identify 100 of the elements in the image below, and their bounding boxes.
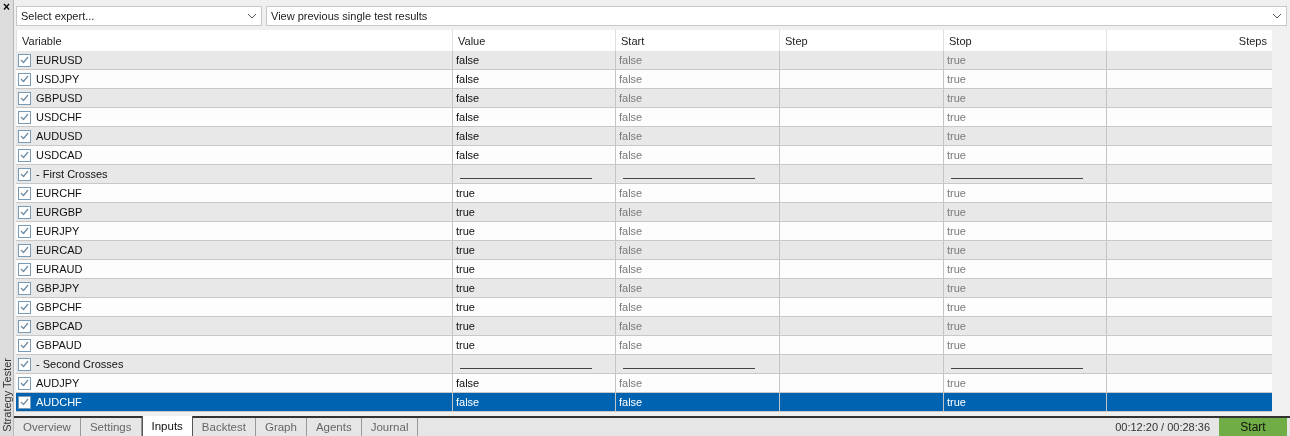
table-cell: true [452,317,615,335]
table-row[interactable]: AUDJPY false false true [16,374,1272,393]
checkbox[interactable] [18,262,31,276]
table-cell: true [943,336,1106,354]
variable-name: GBPUSD [36,92,83,104]
tab[interactable]: Graph [255,418,307,436]
variable-name: GBPAUD [36,339,82,351]
table-row[interactable]: USDJPY false false true [16,70,1272,89]
table-cell: false [452,374,615,392]
checkbox[interactable] [18,224,31,238]
tab[interactable]: Inputs [141,416,193,436]
table-row[interactable]: EURCHF true false true [16,184,1272,203]
tab[interactable]: Agents [306,418,362,436]
variable-name: - Second Crosses [36,358,124,370]
checkbox[interactable] [18,72,31,86]
checkbox[interactable] [18,129,31,143]
table-cell: true [452,279,615,297]
expert-select[interactable]: Select expert... [16,6,262,26]
table-cell: false [615,279,779,297]
table-cell: false [452,51,615,69]
table-cell: false [615,393,779,411]
table-cell: true [943,222,1106,240]
table-cell: false [615,146,779,164]
caret-icon [1272,13,1282,19]
checkbox[interactable] [18,205,31,219]
panel-title: Strategy Tester [0,358,13,432]
variable-name: - First Crosses [36,168,108,180]
variable-name: GBPCAD [36,320,83,332]
table-cell: false [452,89,615,107]
tab[interactable]: Settings [80,418,142,436]
tab[interactable]: Overview [14,418,81,436]
table-cell: true [452,241,615,259]
table-cell: false [615,89,779,107]
table-row[interactable]: AUDUSD false false true [16,127,1272,146]
table-row[interactable]: - First Crosses [16,165,1272,184]
table-cell: true [943,393,1106,411]
table-row[interactable]: GBPCAD true false true [16,317,1272,336]
caret-icon [247,13,257,19]
table-cell: false [615,298,779,316]
table-cell: false [615,127,779,145]
checkbox[interactable] [18,186,31,200]
variable-name: GBPJPY [36,282,80,294]
variable-name: EURUSD [36,54,83,66]
table-row[interactable]: GBPUSD false false true [16,89,1272,108]
table-cell: true [452,184,615,202]
tab[interactable]: Backtest [192,418,256,436]
table-cell: false [452,70,615,88]
checkbox[interactable] [18,376,31,390]
checkbox[interactable] [18,148,31,162]
table-row[interactable]: AUDCHF false false true [16,393,1272,412]
table-row[interactable]: GBPAUD true false true [16,336,1272,355]
table-cell: false [615,108,779,126]
table-row[interactable]: EURJPY true false true [16,222,1272,241]
variable-name: USDCHF [36,111,82,123]
table-row[interactable]: USDCAD false false true [16,146,1272,165]
table-cell: true [943,127,1106,145]
table-cell: true [943,260,1106,278]
table-row[interactable]: EURCAD true false true [16,241,1272,260]
results-select[interactable]: View previous single test results [266,6,1287,26]
table-cell: false [615,241,779,259]
variable-name: USDCAD [36,149,83,161]
table-cell: true [943,146,1106,164]
table-row[interactable]: GBPCHF true false true [16,298,1272,317]
variable-name: GBPCHF [36,301,82,313]
table-cell: true [452,222,615,240]
table-cell: true [943,203,1106,221]
table-cell: true [452,260,615,278]
table-cell: true [943,298,1106,316]
checkbox[interactable] [18,395,31,409]
table-row[interactable]: EURAUD true false true [16,260,1272,279]
table-cell: false [615,184,779,202]
variable-name: EURCAD [36,244,83,256]
table-row[interactable]: USDCHF false false true [16,108,1272,127]
table-cell: false [615,70,779,88]
checkbox[interactable] [18,91,31,105]
checkbox[interactable] [18,53,31,67]
table-cell: false [615,260,779,278]
checkbox[interactable] [18,167,31,181]
table-cell: true [452,298,615,316]
elapsed-time: 00:12:20 / 00:28:36 [1115,421,1211,433]
table-cell: false [615,203,779,221]
checkbox[interactable] [18,319,31,333]
close-button[interactable]: × [0,0,13,14]
table-row[interactable]: - Second Crosses [16,355,1272,374]
checkbox[interactable] [18,281,31,295]
start-button[interactable]: Start [1219,418,1287,436]
checkbox[interactable] [18,338,31,352]
variable-name: EURJPY [36,225,80,237]
table-cell: false [615,317,779,335]
table-row[interactable]: GBPJPY true false true [16,279,1272,298]
tab[interactable]: Journal [361,418,419,436]
checkbox[interactable] [18,357,31,371]
table-cell: true [452,336,615,354]
table-row[interactable]: EURGBP true false true [16,203,1272,222]
checkbox[interactable] [18,300,31,314]
table-row[interactable]: EURUSD false false true [16,51,1272,70]
checkbox[interactable] [18,110,31,124]
variable-name: AUDUSD [36,130,83,142]
table-cell: false [615,336,779,354]
checkbox[interactable] [18,243,31,257]
